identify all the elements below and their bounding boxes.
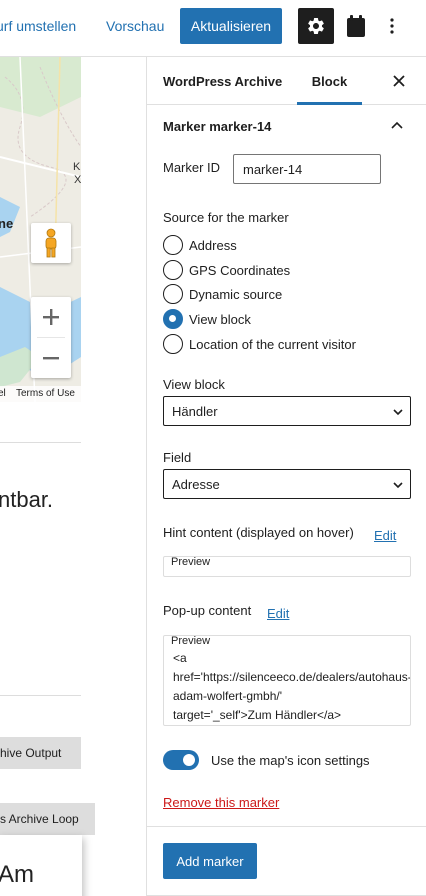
loop-item-text: Am: [0, 861, 34, 888]
source-label: Source for the marker: [163, 210, 289, 225]
close-sidebar-button[interactable]: [387, 69, 411, 93]
source-option-view-block[interactable]: View block: [163, 309, 251, 329]
close-icon: [393, 75, 405, 87]
popup-preview-content: <a href='https://silenceeco.de/dealers/a…: [173, 651, 411, 722]
radio-button[interactable]: [163, 334, 183, 354]
icon-settings-label: Use the map's icon settings: [211, 753, 370, 768]
marker-panel-title: Marker marker-14: [163, 119, 272, 134]
more-vertical-icon: [390, 18, 394, 34]
block-divider: [0, 442, 81, 443]
source-option-label: Address: [189, 237, 237, 253]
map-place-label-small: Kl: [73, 161, 81, 173]
field-select[interactable]: Adresse: [163, 469, 411, 499]
settings-sidebar: WordPress Archive Block Marker marker-14…: [146, 57, 426, 896]
hint-content-label: Hint content (displayed on hover): [163, 525, 354, 540]
preview-legend: Preview: [170, 635, 212, 647]
map-attribution: el Terms of Use: [0, 386, 81, 402]
minus-icon: [43, 357, 59, 360]
field-value: Adresse: [172, 477, 220, 492]
source-option-label: Dynamic source: [189, 286, 283, 302]
source-option-label: Location of the current visitor: [189, 336, 356, 352]
preview-legend: Preview: [170, 556, 212, 568]
chevron-down-icon: [393, 409, 403, 416]
editor-screen: urf umstellen Vorschau Aktualisieren ne …: [0, 0, 426, 896]
sidebar-tabs: WordPress Archive Block: [147, 57, 426, 105]
archive-output-label[interactable]: hive Output: [0, 737, 81, 769]
preview-link[interactable]: Vorschau: [106, 18, 164, 34]
hint-edit-link[interactable]: Edit: [374, 528, 396, 543]
tab-block[interactable]: Block: [297, 57, 362, 105]
radio-button[interactable]: [163, 260, 183, 280]
source-option-dynamic[interactable]: Dynamic source: [163, 284, 282, 304]
field-label: Field: [163, 450, 192, 465]
map-attribution-text: el: [0, 388, 6, 399]
settings-button[interactable]: [298, 8, 334, 44]
tab-document[interactable]: WordPress Archive: [163, 57, 282, 105]
marker-id-input[interactable]: [233, 154, 381, 184]
source-option-label: GPS Coordinates: [189, 262, 291, 278]
view-block-value: Händler: [172, 404, 218, 419]
view-block-select[interactable]: Händler: [163, 396, 411, 426]
add-marker-button[interactable]: Add marker: [163, 843, 257, 879]
loop-item-card[interactable]: Am: [0, 835, 82, 896]
editor-topbar: urf umstellen Vorschau Aktualisieren: [0, 0, 426, 57]
radio-button[interactable]: [163, 235, 183, 255]
view-block-label: View block: [163, 377, 225, 392]
popup-content-label: Pop-up content: [163, 603, 252, 618]
switch-to-draft-link[interactable]: urf umstellen: [0, 18, 76, 34]
paragraph-text[interactable]: ntbar.: [0, 487, 53, 513]
popup-edit-link[interactable]: Edit: [267, 606, 289, 621]
map-zoom-control: [31, 297, 71, 378]
clipboard-icon: [347, 15, 365, 37]
source-option-visitor-location[interactable]: Location of the current visitor: [163, 334, 356, 354]
chevron-down-icon: [393, 482, 403, 489]
zoom-out-button[interactable]: [31, 338, 71, 378]
map-place-label-small: X: [74, 174, 81, 186]
more-options-button[interactable]: [380, 12, 404, 40]
pegman-icon: [45, 228, 57, 258]
source-option-address[interactable]: Address: [163, 235, 237, 255]
marker-id-label: Marker ID: [163, 160, 221, 175]
street-view-pegman[interactable]: [31, 223, 71, 263]
chevron-up-icon: [391, 121, 403, 129]
hint-preview-box: Preview: [163, 556, 411, 577]
map-place-label: ne: [0, 216, 14, 231]
radio-button-selected[interactable]: [163, 309, 183, 329]
block-divider: [0, 695, 81, 696]
archive-loop-label[interactable]: s Archive Loop: [0, 803, 95, 835]
gear-icon: [308, 17, 324, 34]
editor-canvas: ne Kl X: [0, 57, 146, 896]
icon-settings-toggle[interactable]: [163, 750, 199, 770]
section-divider: [147, 826, 426, 827]
remove-marker-link[interactable]: Remove this marker: [163, 795, 279, 810]
source-option-gps[interactable]: GPS Coordinates: [163, 260, 290, 280]
update-button[interactable]: Aktualisieren: [180, 8, 282, 44]
map-preview[interactable]: ne Kl X: [0, 57, 81, 402]
plugin-button[interactable]: [343, 12, 369, 40]
popup-preview-box: Preview <a href='https://silenceeco.de/d…: [163, 635, 411, 726]
zoom-in-button[interactable]: [31, 297, 71, 337]
marker-panel-header[interactable]: Marker marker-14: [147, 105, 426, 147]
plus-icon: [43, 309, 59, 325]
radio-button[interactable]: [163, 284, 183, 304]
source-option-label: View block: [189, 311, 251, 327]
map-terms-link[interactable]: Terms of Use: [16, 388, 75, 399]
